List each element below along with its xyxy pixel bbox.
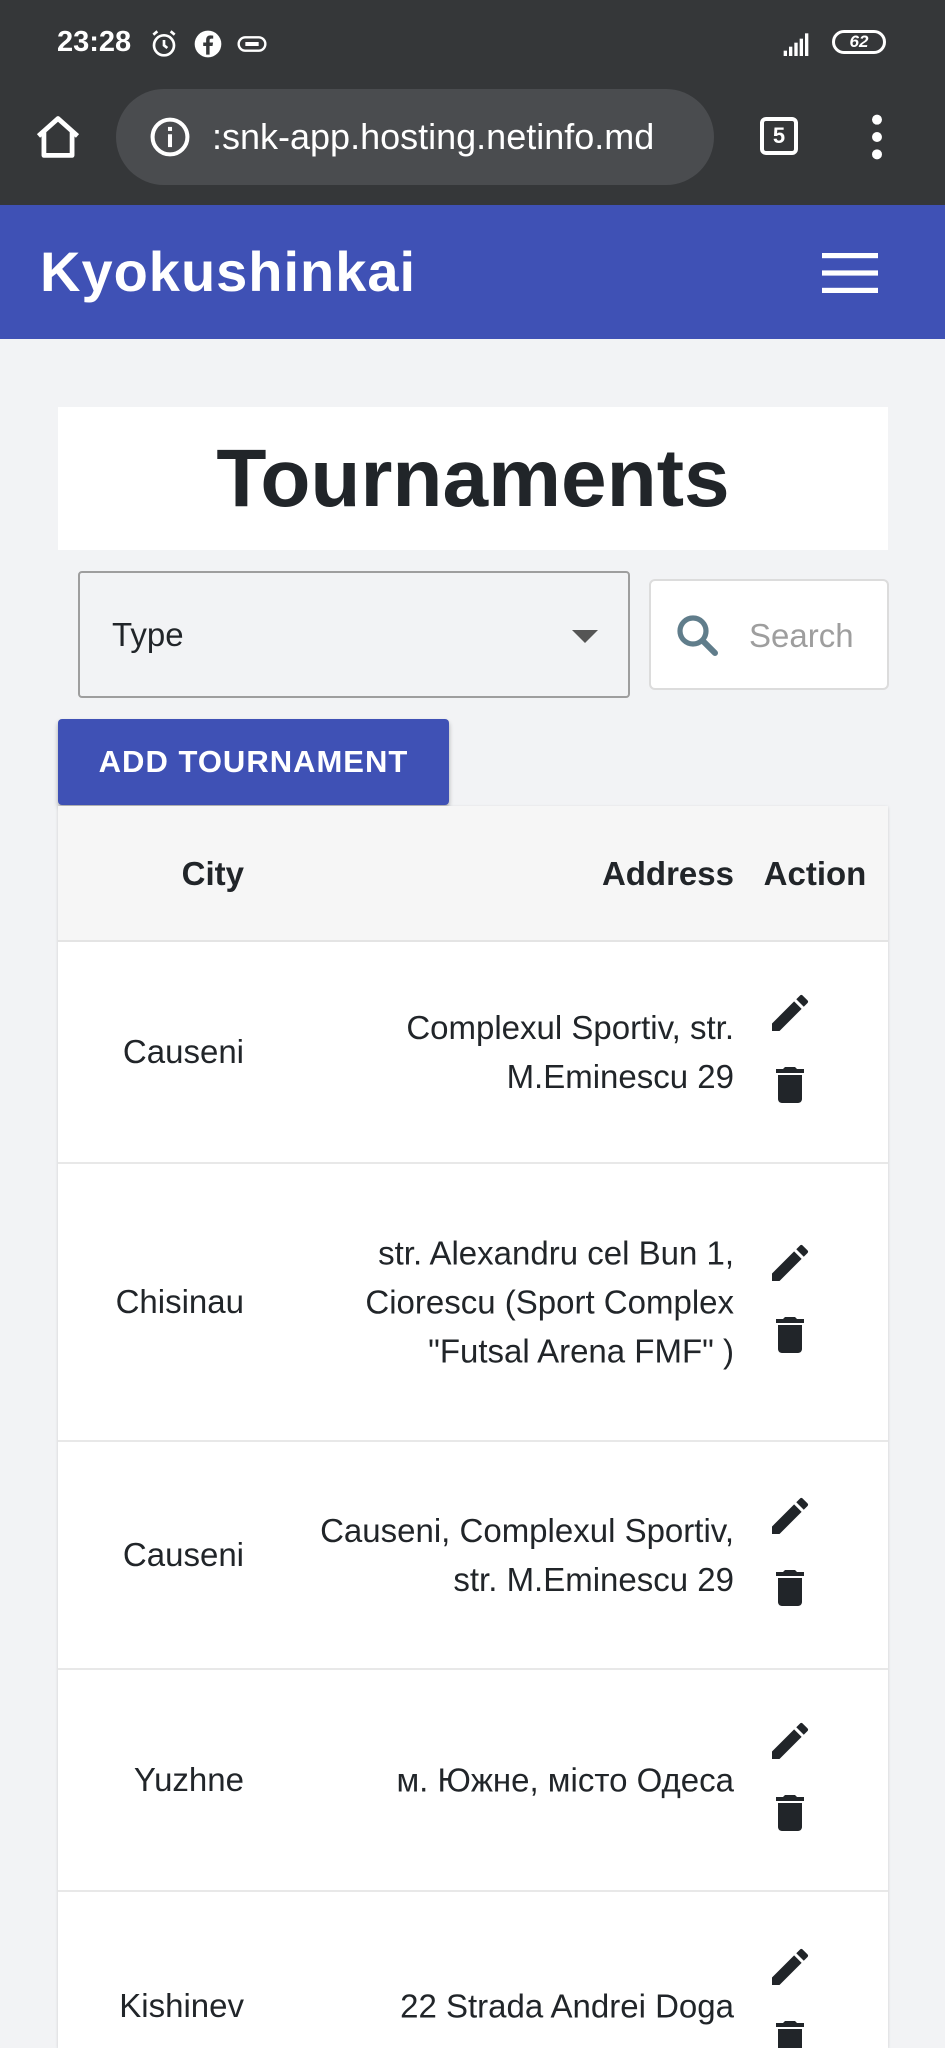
title-card: Tournaments [58,407,888,550]
edit-icon[interactable] [766,1717,814,1765]
edit-icon[interactable] [766,989,814,1037]
row-actions [750,1943,848,2048]
vpn-icon [237,36,267,52]
cell-address: 22 Strada Andrei Doga [400,1987,734,2025]
battery-icon: 62 [832,30,886,54]
delete-icon[interactable] [766,1061,814,1109]
browser-toolbar: :snk-app.hosting.netinfo.md 5 [0,87,945,205]
address-bar[interactable]: :snk-app.hosting.netinfo.md [116,89,714,185]
hamburger-menu-icon[interactable] [822,253,878,293]
chevron-down-icon [572,630,598,643]
row-actions [750,1239,848,1365]
add-tournament-button[interactable]: ADD TOURNAMENT [58,719,449,805]
type-select[interactable]: Type [78,571,630,698]
brand-title[interactable]: Kyokushinkai [40,205,416,339]
cell-address: str. Alexandru cel Bun 1, Ciorescu (Spor… [365,1234,734,1370]
url-text: :snk-app.hosting.netinfo.md [212,116,655,157]
status-bar: 23:28 62 [0,0,945,87]
edit-icon[interactable] [766,1943,814,1991]
cell-address: Complexul Sportiv, str. M.Eminescu 29 [406,1009,734,1095]
facebook-icon [194,30,222,58]
type-select-label: Type [112,616,184,653]
row-actions [750,1717,848,1843]
delete-icon[interactable] [766,2015,814,2048]
table-header: City Address Action [58,806,888,942]
table-row: Yuzhne м. Южне, місто Одеса [58,1670,888,1892]
table-row: Causeni Causeni, Complexul Sportiv, str.… [58,1442,888,1670]
cell-city: Kishinev [119,1987,244,2024]
search-input[interactable] [747,601,881,671]
delete-icon[interactable] [766,1564,814,1612]
cell-city: Chisinau [115,1283,244,1320]
table-row: Chisinau str. Alexandru cel Bun 1, Ciore… [58,1164,888,1442]
info-icon[interactable] [148,115,192,159]
tabs-icon[interactable]: 5 [760,117,798,155]
search-icon [677,615,718,656]
header-action: Action [763,855,867,892]
app-bar: Kyokushinkai [0,205,945,339]
tournaments-table: City Address Action Causeni Complexul Sp… [58,806,888,2048]
home-icon[interactable] [32,111,84,163]
alarm-icon [152,30,176,57]
header-address[interactable]: Address [298,806,734,942]
edit-icon[interactable] [766,1239,814,1287]
signal-icon [783,33,809,56]
cell-address: м. Южне, місто Одеса [396,1761,734,1799]
header-city[interactable]: City [58,806,244,942]
status-time: 23:28 [57,26,132,58]
cell-city: Causeni [122,1536,244,1573]
table-row: Causeni Complexul Sportiv, str. M.Emines… [58,942,888,1164]
row-actions [750,989,848,1115]
edit-icon[interactable] [766,1492,814,1540]
row-actions [750,1492,848,1618]
cell-city: Causeni [122,1033,244,1070]
search-box [649,579,889,690]
page-title: Tournaments [216,433,730,524]
delete-icon[interactable] [766,1789,814,1837]
cell-city: Yuzhne [133,1761,244,1798]
table-row: Kishinev 22 Strada Andrei Doga [58,1892,888,2048]
delete-icon[interactable] [766,1311,814,1359]
more-vert-icon[interactable] [862,111,892,163]
cell-address: Causeni, Complexul Sportiv, str. M.Emine… [320,1512,734,1598]
